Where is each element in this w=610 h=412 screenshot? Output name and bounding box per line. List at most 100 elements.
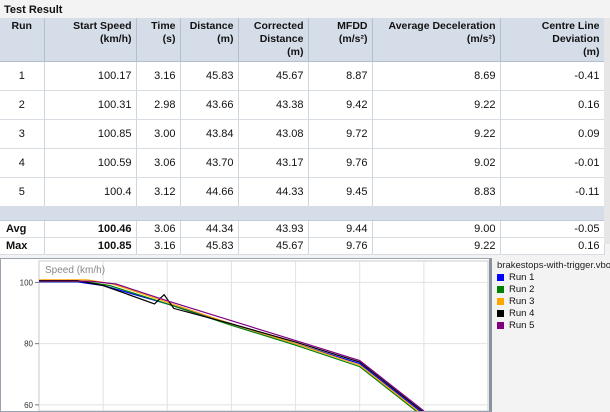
summary-row-avg[interactable]: Avg 100.46 3.06 44.34 43.93 9.44 9.00 -0…	[0, 220, 605, 238]
cell-distance: 45.83	[180, 61, 239, 91]
cell-distance: 45.83	[180, 237, 239, 255]
cell-run: 4	[0, 148, 45, 178]
col-header-distance[interactable]: Distance (m)	[180, 18, 239, 62]
col-header-average-deceleration[interactable]: Average Deceleration (m/s²)	[372, 18, 501, 62]
table-row[interactable]: 4 100.59 3.06 43.70 43.17 9.76 9.02 -0.0…	[0, 148, 605, 178]
legend-label: Run 3	[509, 295, 535, 307]
cell-distance: 44.66	[180, 177, 239, 207]
cell-mfdd: 9.42	[308, 90, 373, 120]
summary-row-max[interactable]: Max 100.85 3.16 45.83 45.67 9.76 9.22 0.…	[0, 237, 605, 255]
cell-centre-line-deviation: 0.16	[500, 90, 605, 120]
legend-swatch	[497, 309, 504, 317]
cell-corrected-distance: 43.93	[238, 220, 309, 238]
cell-run: 5	[0, 177, 45, 207]
table-scrollbar[interactable]	[604, 18, 610, 244]
col-header-time[interactable]: Time (s)	[136, 18, 181, 62]
cell-average-deceleration: 8.83	[372, 177, 501, 207]
cell-start-speed: 100.59	[44, 148, 137, 178]
table-row[interactable]: 5 100.4 3.12 44.66 44.33 9.45 8.83 -0.11	[0, 177, 605, 207]
separator-cell	[0, 206, 605, 221]
legend-item-run-1[interactable]: Run 1	[497, 271, 610, 283]
cell-distance: 44.34	[180, 220, 239, 238]
legend-label: Run 4	[509, 307, 535, 319]
legend-item-run-5[interactable]: Run 5	[497, 319, 610, 331]
cell-mfdd: 9.76	[308, 148, 373, 178]
speed-chart[interactable]: 100 80 60 Speed (km/h)	[1, 259, 490, 411]
legend-label: Run 1	[509, 271, 535, 283]
y-tick-label: 80	[24, 340, 33, 349]
cell-average-deceleration: 9.22	[372, 90, 501, 120]
cell-mfdd: 9.72	[308, 119, 373, 149]
table-row[interactable]: 2 100.31 2.98 43.66 43.38 9.42 9.22 0.16	[0, 90, 605, 120]
cell-time: 3.06	[136, 148, 181, 178]
legend-item-run-3[interactable]: Run 3	[497, 295, 610, 307]
legend-swatch	[497, 297, 504, 305]
col-header-run[interactable]: Run	[0, 18, 45, 62]
cell-corrected-distance: 43.17	[238, 148, 309, 178]
cell-start-speed: 100.85	[44, 237, 137, 255]
cld-unit: (m)	[583, 46, 600, 58]
cell-time: 3.16	[136, 61, 181, 91]
cell-centre-line-deviation: -0.01	[500, 148, 605, 178]
y-axis-label: Speed (km/h)	[45, 265, 105, 276]
cell-corrected-distance: 45.67	[238, 237, 309, 255]
cld-label: Centre Line Deviation	[541, 20, 600, 45]
cell-centre-line-deviation: 0.16	[500, 237, 605, 255]
y-tick-label: 100	[20, 278, 34, 287]
cell-average-deceleration: 8.69	[372, 61, 501, 91]
cell-start-speed: 100.4	[44, 177, 137, 207]
legend-file-name: brakestops-with-trigger.vbo	[497, 260, 610, 271]
start-speed-label: Start Speed	[73, 20, 132, 32]
legend-item-run-2[interactable]: Run 2	[497, 283, 610, 295]
cell-corrected-distance: 43.38	[238, 90, 309, 120]
start-speed-unit: (km/h)	[100, 33, 132, 45]
cell-corrected-distance: 43.08	[238, 119, 309, 149]
corrected-label: Corrected	[253, 20, 304, 32]
cell-time: 2.98	[136, 90, 181, 120]
chart-legend: brakestops-with-trigger.vbo Run 1 Run 2 Ru…	[495, 258, 610, 412]
cell-start-speed: 100.46	[44, 220, 137, 238]
cell-mfdd: 9.44	[308, 220, 373, 238]
table-row[interactable]: 3 100.85 3.00 43.84 43.08 9.72 9.22 0.09	[0, 119, 605, 149]
cell-average-deceleration: 9.22	[372, 119, 501, 149]
col-header-centre-line-deviation[interactable]: Centre Line Deviation (m)	[500, 18, 605, 62]
legend-swatch	[497, 285, 504, 293]
speed-chart-panel[interactable]: 100 80 60 Speed (km/h)	[0, 258, 492, 412]
cell-mfdd: 8.87	[308, 61, 373, 91]
cell-time: 3.00	[136, 119, 181, 149]
cell-time: 3.12	[136, 177, 181, 207]
cell-centre-line-deviation: -0.05	[500, 220, 605, 238]
col-header-start-speed[interactable]: Start Speed (km/h)	[44, 18, 137, 62]
results-table: Run Start Speed (km/h) Time (s) Distance …	[0, 18, 605, 255]
cell-centre-line-deviation: -0.41	[500, 61, 605, 91]
cell-average-deceleration: 9.00	[372, 220, 501, 238]
cell-mfdd: 9.45	[308, 177, 373, 207]
cell-start-speed: 100.85	[44, 119, 137, 149]
corrected-unit: Distance (m)	[259, 33, 304, 58]
cell-time: 3.06	[136, 220, 181, 238]
cell-distance: 43.66	[180, 90, 239, 120]
col-header-mfdd[interactable]: MFDD (m/s²)	[308, 18, 373, 62]
cell-run: Max	[0, 237, 45, 255]
cell-distance: 43.84	[180, 119, 239, 149]
table-separator-row	[0, 206, 605, 221]
table-row[interactable]: 1 100.17 3.16 45.83 45.67 8.87 8.69 -0.4…	[0, 61, 605, 91]
y-tick-label: 60	[24, 401, 33, 410]
legend-label: Run 2	[509, 283, 535, 295]
cell-time: 3.16	[136, 237, 181, 255]
legend-swatch	[497, 273, 504, 281]
legend-swatch	[497, 321, 504, 329]
table-header-row: Run Start Speed (km/h) Time (s) Distance …	[0, 18, 605, 62]
cell-run: 2	[0, 90, 45, 120]
cell-centre-line-deviation: 0.09	[500, 119, 605, 149]
cell-run: 1	[0, 61, 45, 91]
cell-run: Avg	[0, 220, 45, 238]
cell-mfdd: 9.76	[308, 237, 373, 255]
legend-label: Run 5	[509, 319, 535, 331]
cell-centre-line-deviation: -0.11	[500, 177, 605, 207]
cell-distance: 43.70	[180, 148, 239, 178]
col-header-corrected-distance[interactable]: Corrected Distance (m)	[238, 18, 309, 62]
cell-start-speed: 100.17	[44, 61, 137, 91]
cell-run: 3	[0, 119, 45, 149]
legend-item-run-4[interactable]: Run 4	[497, 307, 610, 319]
